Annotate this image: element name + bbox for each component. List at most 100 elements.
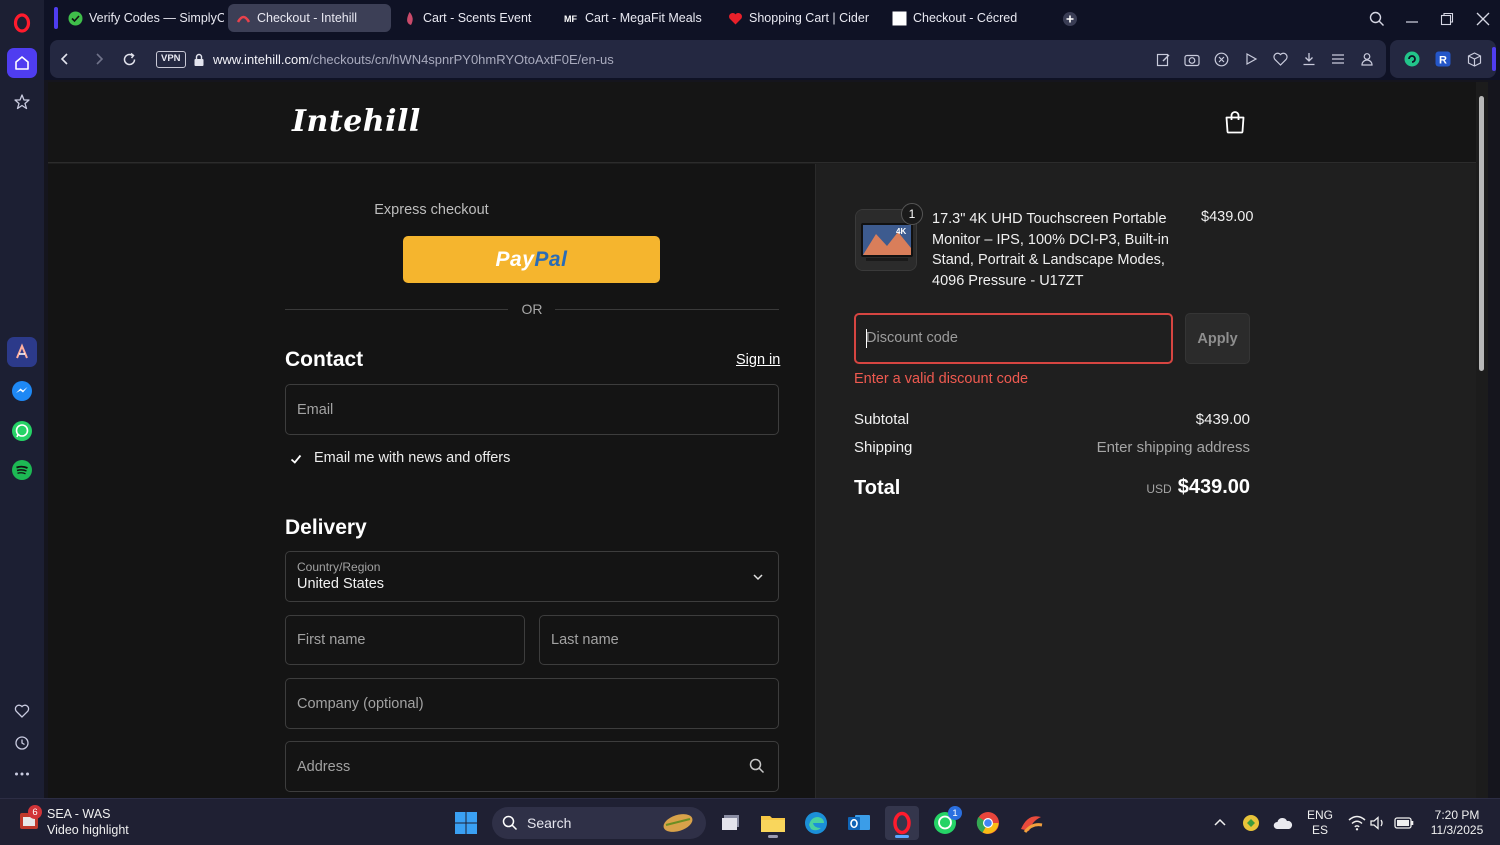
spotify-icon[interactable]: [7, 455, 37, 485]
edit-page-icon[interactable]: [1154, 50, 1172, 68]
language-indicator[interactable]: ENG ES: [1300, 808, 1340, 838]
adblock-icon[interactable]: [1212, 50, 1230, 68]
opera-menu-icon[interactable]: [7, 8, 37, 38]
outlook-icon[interactable]: [842, 806, 876, 840]
total-currency: USD: [1146, 482, 1172, 496]
onedrive-icon[interactable]: [1266, 806, 1300, 840]
shopping-bag-icon[interactable]: [1224, 110, 1246, 134]
email-field[interactable]: Email: [285, 384, 779, 435]
store-logo[interactable]: Intehill: [292, 104, 421, 139]
address-bar: VPN www.intehill.com/checkouts/cn/hWN4sp…: [50, 40, 1386, 78]
task-view-icon[interactable]: [714, 806, 748, 840]
cecred-favicon-icon: [892, 11, 907, 26]
tab-cider[interactable]: Shopping Cart | Cider: [720, 4, 882, 32]
country-select[interactable]: Country/Region United States: [285, 551, 779, 602]
new-tab-button[interactable]: [1057, 6, 1083, 32]
player-icon[interactable]: [1242, 50, 1260, 68]
total-value-group: USD $439.00: [1146, 476, 1250, 499]
search-label: Search: [527, 815, 572, 831]
tab-title: Cart - MegaFit Meals: [585, 11, 702, 25]
weather-line-1: SEA - WAS: [47, 807, 111, 821]
download-icon[interactable]: [1300, 50, 1318, 68]
forward-icon[interactable]: [88, 48, 110, 70]
pinboard-icon[interactable]: [7, 87, 37, 117]
restore-icon[interactable]: [1434, 6, 1460, 32]
tray-app-icon[interactable]: [1234, 806, 1268, 840]
minimize-icon[interactable]: [1399, 6, 1425, 32]
bookmark-heart-icon[interactable]: [1271, 50, 1289, 68]
taskbar-search[interactable]: Search: [492, 807, 706, 839]
discount-placeholder: Discount code: [866, 330, 958, 346]
easy-setup-icon[interactable]: [1329, 50, 1347, 68]
url-domain: www.intehill.com: [213, 52, 310, 67]
r-extension-icon[interactable]: R: [1434, 50, 1452, 68]
url-field[interactable]: www.intehill.com/checkouts/cn/hWN4spnrPY…: [213, 52, 614, 67]
back-icon[interactable]: [54, 48, 76, 70]
favorites-icon[interactable]: [7, 696, 37, 726]
browser-toolbar: VPN www.intehill.com/checkouts/cn/hWN4sp…: [44, 38, 1500, 80]
svg-text:4K: 4K: [896, 227, 906, 236]
paypal-button[interactable]: Pay Pal: [403, 236, 660, 283]
subtotal-label: Subtotal: [854, 411, 910, 428]
first-name-field[interactable]: First name: [285, 615, 525, 665]
language-line-1: ENG: [1306, 808, 1333, 822]
last-name-placeholder: Last name: [551, 632, 619, 648]
news-checkbox[interactable]: [287, 450, 304, 467]
discount-code-input[interactable]: Discount code: [854, 313, 1173, 364]
windows-start-icon[interactable]: [449, 806, 483, 840]
language-line-2: ES: [1311, 823, 1328, 837]
clock[interactable]: 7:20 PM 11/3/2025: [1424, 808, 1490, 838]
edge-icon[interactable]: [799, 806, 833, 840]
news-checkbox-label[interactable]: Email me with news and offers: [314, 450, 510, 466]
tab-scents-event[interactable]: Cart - Scents Event: [394, 4, 554, 32]
opera-taskbar-icon[interactable]: [885, 806, 919, 840]
battery-icon[interactable]: [1387, 806, 1421, 840]
discount-error-message: Enter a valid discount code: [854, 371, 1029, 387]
whatsapp-taskbar-icon[interactable]: 1: [928, 806, 962, 840]
reload-icon[interactable]: [118, 48, 140, 70]
tab-megafit-meals[interactable]: MF Cart - MegaFit Meals: [556, 4, 718, 32]
aria-ai-icon[interactable]: [7, 337, 37, 367]
extensions-cube-icon[interactable]: [1465, 50, 1483, 68]
apply-discount-button[interactable]: Apply: [1185, 313, 1250, 364]
order-summary: 4K 1 17.3" 4K UHD Touchscreen Portable M…: [815, 164, 1488, 798]
clock-time: 7:20 PM: [1434, 808, 1480, 822]
tab-title: Cart - Scents Event: [423, 11, 532, 25]
tab-strip: Verify Codes — SimplyCodes Checkout - In…: [44, 0, 1500, 38]
vpn-extension-icon[interactable]: [1403, 50, 1421, 68]
app-ribbon-icon[interactable]: [1014, 806, 1048, 840]
weather-line-2: Video highlight: [47, 823, 129, 837]
page-scrollbar[interactable]: [1476, 82, 1488, 798]
tab-simplycodes[interactable]: Verify Codes — SimplyCodes: [60, 4, 224, 32]
sign-in-link[interactable]: Sign in: [736, 352, 780, 368]
first-name-placeholder: First name: [297, 632, 366, 648]
checkmark-icon: [290, 454, 301, 464]
tab-intehill-checkout[interactable]: Checkout - Intehill: [228, 4, 391, 32]
profile-icon[interactable]: [1358, 50, 1376, 68]
weather-widget[interactable]: 6 SEA - WAS Video highlight: [18, 805, 129, 837]
contact-heading: Contact: [285, 348, 364, 371]
svg-text:MF: MF: [564, 14, 577, 24]
more-icon[interactable]: [7, 759, 37, 789]
chrome-icon[interactable]: [971, 806, 1005, 840]
chevron-down-icon: [752, 571, 764, 583]
total-value: $439.00: [1177, 476, 1250, 498]
snapshot-icon[interactable]: [1183, 50, 1201, 68]
messenger-icon[interactable]: [7, 376, 37, 406]
close-window-icon[interactable]: [1470, 6, 1496, 32]
address-field[interactable]: Address: [285, 741, 779, 792]
paypal-text-pal: Pal: [534, 247, 568, 271]
company-field[interactable]: Company (optional): [285, 678, 779, 729]
tray-chevron-up-icon[interactable]: [1203, 806, 1237, 840]
lock-icon[interactable]: [188, 49, 210, 71]
vpn-badge[interactable]: VPN: [156, 51, 186, 68]
file-explorer-icon[interactable]: [756, 806, 790, 840]
last-name-field[interactable]: Last name: [539, 615, 779, 665]
tab-cecred[interactable]: Checkout - Cécred: [884, 4, 1050, 32]
history-icon[interactable]: [7, 728, 37, 758]
scrollbar-thumb[interactable]: [1479, 96, 1484, 371]
whatsapp-icon[interactable]: [7, 416, 37, 446]
home-icon[interactable]: [7, 48, 37, 78]
tab-search-icon[interactable]: [1364, 6, 1390, 32]
tab-title: Verify Codes — SimplyCodes: [89, 11, 224, 25]
